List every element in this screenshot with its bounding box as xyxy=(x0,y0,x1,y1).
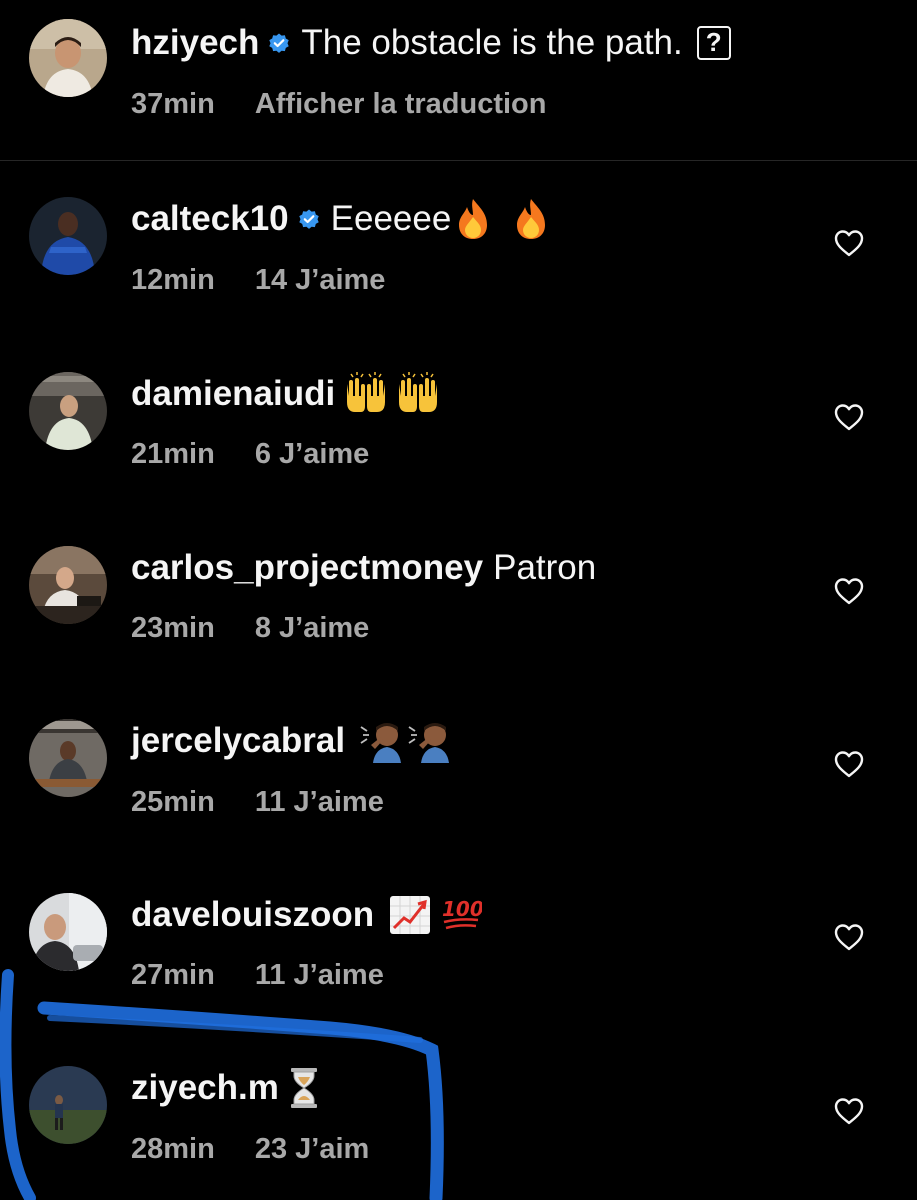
avatar[interactable] xyxy=(29,19,107,97)
avatar[interactable] xyxy=(29,197,107,275)
avatar-photo xyxy=(29,372,107,450)
caption-username[interactable]: hziyech xyxy=(131,21,259,65)
comment-timestamp: 28min xyxy=(131,1133,215,1165)
avatar-photo xyxy=(29,546,107,624)
caption-text: The obstacle is the path. xyxy=(301,23,683,62)
comment-timestamp: 27min xyxy=(131,959,215,991)
fire-emoji-icon xyxy=(511,197,551,241)
heart-outline-icon[interactable] xyxy=(834,229,864,257)
comment-username[interactable]: carlos_projectmoney xyxy=(131,546,483,590)
verified-badge-icon xyxy=(297,207,321,231)
comment-text: Eeeeee xyxy=(330,199,452,238)
comment-username[interactable]: jercelycabral xyxy=(131,719,345,763)
comment-likes-count[interactable]: 23 J’aim xyxy=(255,1133,369,1165)
post-caption: hziyech The obstacle is the path. ? 37mi… xyxy=(0,0,917,161)
comment-likes-count[interactable]: 11 J’aime xyxy=(255,959,384,991)
heart-outline-icon[interactable] xyxy=(834,577,864,605)
comment-timestamp: 23min xyxy=(131,612,215,644)
caption-timestamp: 37min xyxy=(131,88,215,120)
unknown-glyph-icon: ? xyxy=(696,26,731,60)
svg-text:100: 100 xyxy=(442,897,482,921)
avatar-photo xyxy=(29,19,107,97)
comment-timestamp: 12min xyxy=(131,264,215,296)
avatar[interactable] xyxy=(29,1066,107,1144)
comment-username[interactable]: davelouiszoon xyxy=(131,893,374,937)
hundred-points-emoji-icon: 100 xyxy=(440,894,482,936)
comment-username[interactable]: damienaiudi xyxy=(131,372,335,416)
avatar-photo xyxy=(29,1066,107,1144)
blue-annotation-stroke xyxy=(0,969,444,1200)
raising-hands-emoji-icon xyxy=(341,372,391,416)
heart-outline-icon[interactable] xyxy=(834,1097,864,1125)
comment-username[interactable]: ziyech.m xyxy=(131,1066,279,1110)
avatar[interactable] xyxy=(29,546,107,624)
comment-likes-count[interactable]: 14 J’aime xyxy=(255,264,386,296)
heart-outline-icon[interactable] xyxy=(834,750,864,778)
avatar[interactable] xyxy=(29,893,107,971)
heart-outline-icon[interactable] xyxy=(834,923,864,951)
avatar-photo xyxy=(29,893,107,971)
avatar-photo xyxy=(29,719,107,797)
heart-outline-icon[interactable] xyxy=(834,403,864,431)
comment-likes-count[interactable]: 8 J’aime xyxy=(255,612,369,644)
verified-badge-icon xyxy=(267,31,291,55)
avatar[interactable] xyxy=(29,719,107,797)
avatar-photo xyxy=(29,197,107,275)
salute-emoji-icon xyxy=(359,719,402,763)
chart-increasing-emoji-icon xyxy=(388,894,432,936)
comment-likes-count[interactable]: 6 J’aime xyxy=(255,438,369,470)
translate-link[interactable]: Afficher la traduction xyxy=(255,88,547,120)
comment-timestamp: 25min xyxy=(131,786,215,818)
comment-username[interactable]: calteck10 xyxy=(131,197,289,241)
raising-hands-emoji-icon xyxy=(393,372,443,416)
salute-emoji-icon xyxy=(407,719,450,763)
fire-emoji-icon xyxy=(453,197,493,241)
comment-text: Patron xyxy=(493,548,597,587)
comment-timestamp: 21min xyxy=(131,438,215,470)
avatar[interactable] xyxy=(29,372,107,450)
hourglass-emoji-icon xyxy=(289,1066,319,1110)
comment-likes-count[interactable]: 11 J’aime xyxy=(255,786,384,818)
